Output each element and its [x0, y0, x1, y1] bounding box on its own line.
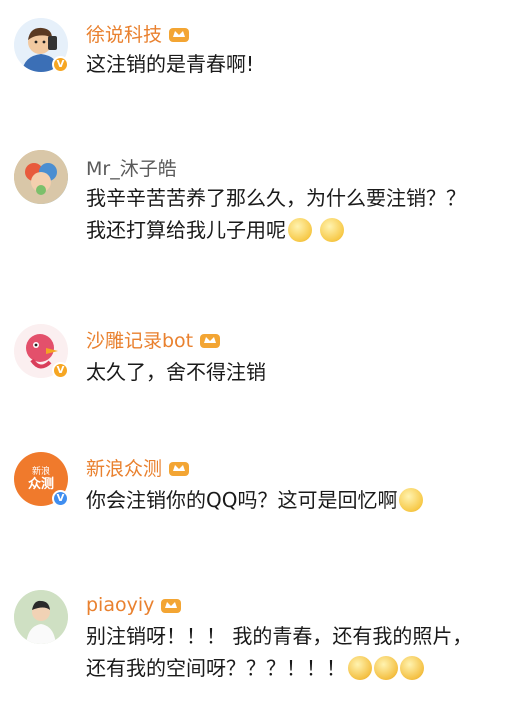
comment-item: V 沙雕记录bot 太久了，舍不得注销 — [0, 324, 514, 404]
comment-author[interactable]: piaoyiy — [86, 594, 182, 616]
verified-badge-icon: V — [52, 362, 69, 379]
author-name[interactable]: 新浪众测 — [86, 454, 162, 481]
avatar[interactable] — [14, 590, 68, 644]
comment-author[interactable]: 徐说科技 — [86, 20, 190, 47]
avatar-logo-text: 众测 — [27, 476, 54, 492]
comment-item: V 徐说科技 这注销的是青春啊! — [0, 18, 514, 98]
crying-emoji-icon — [400, 656, 424, 680]
vip-crown-icon — [168, 25, 190, 43]
comment-line-with-emoji: 还有我的空间呀？？？！！！ — [86, 652, 472, 684]
author-name[interactable]: 徐说科技 — [86, 20, 162, 47]
avatar-logo-text: 新浪 — [31, 466, 50, 477]
author-name[interactable]: piaoyiy — [86, 594, 154, 616]
comment-item: piaoyiy 别注销呀！！！ 我的青春，还有我的照片， 还有我的空间呀？？？！… — [0, 590, 514, 700]
comment-text: 你会注销你的QQ吗？这可是回忆啊 — [86, 484, 424, 516]
comment-text: 太久了，舍不得注销 — [86, 356, 266, 388]
vip-crown-icon — [160, 596, 182, 614]
comment-line: 这注销的是青春啊! — [86, 52, 255, 76]
vip-crown-icon — [199, 331, 221, 349]
vip-crown-icon — [168, 459, 190, 477]
comment-line: 别注销呀！！！ 我的青春，还有我的照片， — [86, 624, 473, 648]
comment-author[interactable]: 沙雕记录bot — [86, 326, 221, 353]
comment-line: 还有我的空间呀？？？！！！ — [86, 656, 346, 680]
verified-badge-icon: V — [52, 490, 69, 507]
comment-line: 你会注销你的QQ吗？这可是回忆啊 — [86, 488, 398, 512]
shush-emoji-icon — [288, 218, 312, 242]
crying-emoji-icon — [374, 656, 398, 680]
comment-author[interactable]: Mr_沐子皓 — [86, 154, 177, 181]
comment-item: Mr_沐子皓 我辛辛苦苦养了那么久，为什么要注销？？ 我还打算给我儿子用呢 — [0, 150, 514, 260]
avatar[interactable]: V — [14, 324, 69, 379]
author-name[interactable]: 沙雕记录bot — [86, 326, 193, 353]
comment-item: 新浪 众测 V 新浪众测 你会注销你的QQ吗？这可是回忆啊 — [0, 452, 514, 532]
comment-text: 别注销呀！！！ 我的青春，还有我的照片， 还有我的空间呀？？？！！！ — [86, 620, 472, 684]
comment-line: 太久了，舍不得注销 — [86, 360, 266, 384]
avatar[interactable]: 新浪 众测 V — [14, 452, 69, 507]
author-name[interactable]: Mr_沐子皓 — [86, 154, 177, 181]
shush-emoji-icon — [320, 218, 345, 242]
child-photo-icon — [14, 150, 68, 204]
person-photo-icon — [14, 590, 68, 644]
avatar[interactable] — [14, 150, 68, 204]
avatar[interactable]: V — [14, 18, 69, 73]
comment-line: 我辛辛苦苦养了那么久，为什么要注销？？ — [86, 186, 466, 210]
comment-author[interactable]: 新浪众测 — [86, 454, 190, 481]
comment-text: 我辛辛苦苦养了那么久，为什么要注销？？ 我还打算给我儿子用呢 — [86, 182, 466, 246]
crying-emoji-icon — [348, 656, 372, 680]
comment-line-with-emoji: 我还打算给我儿子用呢 — [86, 214, 466, 246]
verified-badge-icon: V — [52, 56, 69, 73]
comment-text: 这注销的是青春啊! — [86, 48, 254, 80]
comment-line: 我还打算给我儿子用呢 — [86, 218, 286, 242]
sad-emoji-icon — [399, 488, 424, 512]
